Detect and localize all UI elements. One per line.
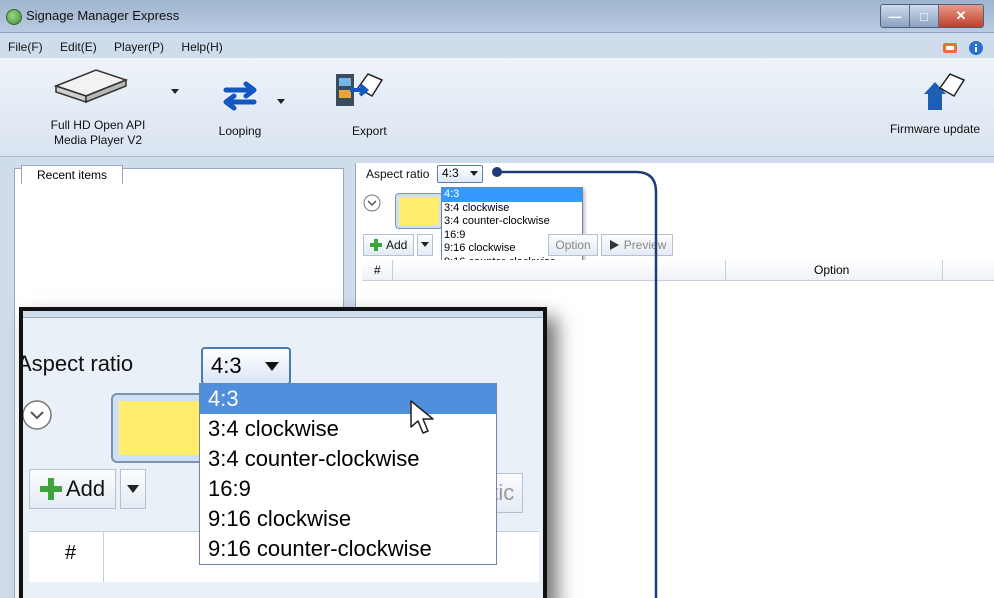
close-icon[interactable]: ✕ [939, 5, 983, 27]
top-right-icons [942, 40, 984, 56]
zoom-add-dropdown-button[interactable] [120, 469, 147, 509]
firmware-update-icon[interactable] [922, 70, 966, 112]
grid-divider [942, 260, 943, 280]
grid-header: # Option [362, 260, 994, 281]
aspect-ratio-label: Aspect ratio [366, 167, 430, 181]
zoom-toolbar: Add [29, 469, 147, 509]
option-3-4-clockwise[interactable]: 3:4 clockwise [442, 202, 582, 216]
preview-button-label: Preview [623, 238, 667, 252]
minimize-icon[interactable]: — [881, 5, 910, 27]
chevron-down-icon [470, 171, 478, 176]
aspect-ratio-combo[interactable]: 4:3 [437, 165, 483, 183]
option-button[interactable]: Option [548, 234, 598, 256]
app-window: Signage Manager Express — □ ✕ File(F) Ed… [0, 0, 994, 598]
add-dropdown-button[interactable] [417, 234, 434, 256]
player-dropdown-arrow-icon[interactable] [170, 88, 180, 96]
feedback-icon[interactable] [942, 40, 958, 56]
zoom-option-4-3[interactable]: 4:3 [200, 384, 496, 414]
grid-divider [725, 260, 726, 280]
zoom-option-3-4-clockwise[interactable]: 3:4 clockwise [200, 414, 496, 444]
toolbar: Add Option Preview [363, 234, 674, 256]
menu-file[interactable]: File(F) [8, 40, 43, 54]
zoom-add-button[interactable]: Add [29, 469, 117, 509]
window-controls: — □ ✕ [880, 4, 984, 28]
zoom-inset: Aspect ratio 4:3 Add ptic # 4:3 3:4 cloc… [19, 307, 547, 598]
app-icon [6, 9, 22, 25]
player-label: Full HD Open API Media Player V2 [42, 118, 154, 148]
looping-icon[interactable] [216, 78, 264, 114]
zoom-collapse-icon[interactable] [21, 397, 61, 437]
zoom-color-swatch[interactable] [111, 393, 207, 463]
menu-bar: File(F) Edit(E) Player(P) Help(H) [0, 40, 994, 60]
option-3-4-counter-clockwise[interactable]: 3:4 counter-clockwise [442, 215, 582, 229]
maximize-icon[interactable]: □ [910, 5, 939, 27]
aspect-ratio-selected: 4:3 [442, 166, 459, 180]
menu-help[interactable]: Help(H) [181, 40, 222, 54]
zoom-aspect-ratio-selected: 4:3 [211, 353, 242, 378]
looping-dropdown-arrow-icon[interactable] [276, 98, 286, 106]
collapse-icon[interactable] [362, 193, 382, 213]
zoom-option-3-4-counter-clockwise[interactable]: 3:4 counter-clockwise [200, 444, 496, 474]
player-label-line2: Media Player V2 [53, 133, 143, 147]
chevron-down-icon [265, 362, 279, 371]
zoom-aspect-ratio-combo[interactable]: 4:3 [201, 347, 291, 385]
firmware-update-label: Firmware update [889, 122, 981, 136]
zoom-option-16-9[interactable]: 16:9 [200, 474, 496, 504]
zoom-aspect-ratio-label: Aspect ratio [19, 351, 134, 376]
option-button-label: Option [555, 238, 591, 252]
window-title: Signage Manager Express [26, 8, 180, 23]
color-swatch[interactable] [395, 193, 443, 229]
looping-label: Looping [218, 124, 262, 138]
zoom-add-label: Add [66, 476, 106, 501]
menu-edit[interactable]: Edit(E) [60, 40, 97, 54]
export-label: Export [352, 124, 387, 138]
add-button[interactable]: Add [363, 234, 415, 256]
mouse-cursor-icon [410, 400, 434, 434]
player-label-line1: Full HD Open API [50, 118, 146, 132]
zoom-ribbon-edge [23, 311, 543, 318]
aspect-ratio-dropdown-list: 4:3 3:4 clockwise 3:4 counter-clockwise … [441, 187, 583, 270]
info-icon[interactable] [968, 40, 984, 56]
zoom-grid-col-number: # [65, 542, 77, 564]
tab-recent-items[interactable]: Recent items [21, 165, 123, 184]
zoom-aspect-ratio-dropdown-list: 4:3 3:4 clockwise 3:4 counter-clockwise … [199, 383, 497, 565]
plus-icon [40, 478, 62, 500]
play-icon [609, 240, 619, 250]
zoom-option-9-16-counter-clockwise[interactable]: 9:16 counter-clockwise [200, 534, 496, 564]
grid-divider [103, 532, 104, 582]
option-4-3[interactable]: 4:3 [442, 188, 582, 202]
add-button-label: Add [386, 238, 408, 252]
media-player-button[interactable] [50, 64, 180, 104]
chevron-down-icon [421, 242, 430, 247]
media-player-icon [53, 69, 129, 104]
zoom-option-9-16-clockwise[interactable]: 9:16 clockwise [200, 504, 496, 534]
export-icon[interactable] [332, 68, 388, 114]
title-bar: Signage Manager Express — □ ✕ [0, 0, 994, 33]
chevron-down-icon [127, 484, 140, 493]
plus-icon [370, 239, 382, 251]
grid-divider [392, 260, 393, 280]
ribbon: Full HD Open API Media Player V2 Looping… [0, 58, 994, 157]
grid-col-option: Option [814, 263, 850, 277]
menu-player[interactable]: Player(P) [114, 40, 164, 54]
preview-button[interactable]: Preview [600, 234, 674, 256]
grid-col-number: # [374, 263, 381, 277]
